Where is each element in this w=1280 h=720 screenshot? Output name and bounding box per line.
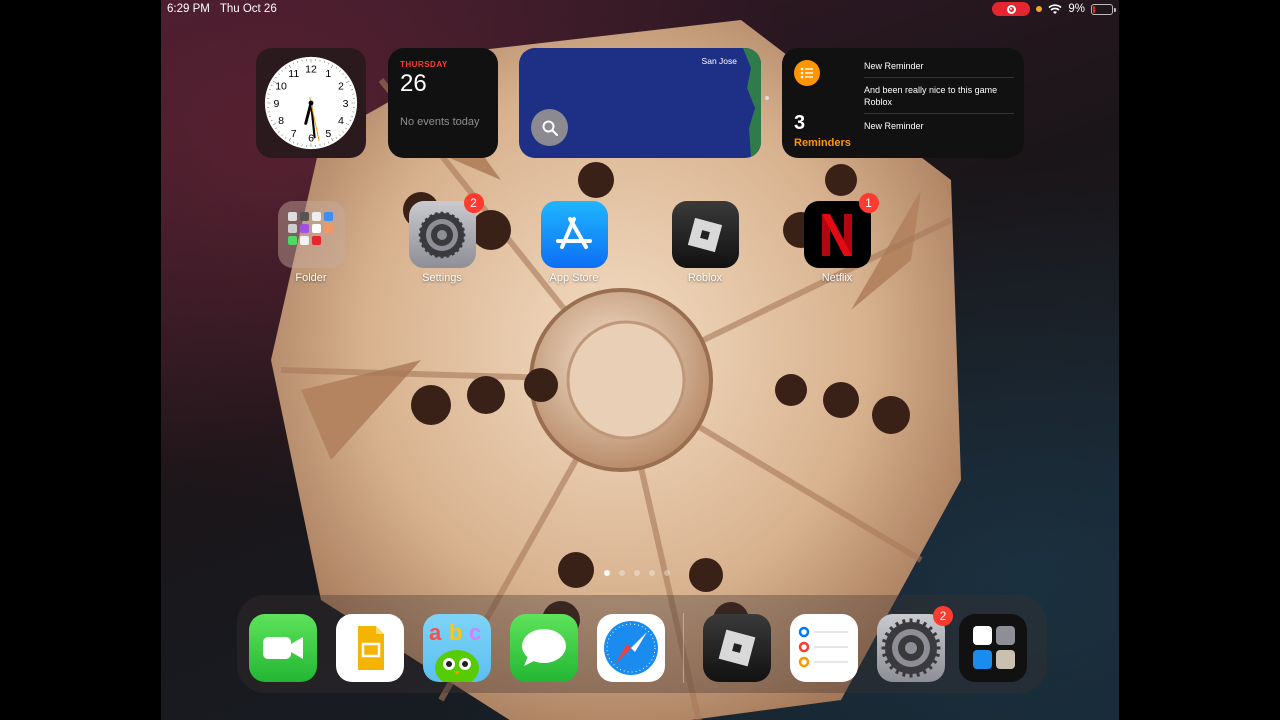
widget-stack-indicator bbox=[765, 96, 769, 100]
clock-number: 4 bbox=[338, 115, 344, 127]
page-dot[interactable] bbox=[604, 570, 610, 576]
reminders-widget[interactable]: 3 Reminders New Reminder And been really… bbox=[782, 48, 1024, 158]
status-time: 6:29 PM bbox=[167, 3, 210, 15]
reminder-item[interactable]: New Reminder bbox=[864, 114, 1014, 137]
folder-icon[interactable] bbox=[277, 201, 345, 268]
search-icon bbox=[542, 120, 558, 136]
clock-number: 3 bbox=[343, 98, 349, 110]
reminders-label: Reminders bbox=[794, 137, 851, 149]
svg-text:a: a bbox=[429, 620, 442, 645]
clock-number: 7 bbox=[291, 128, 297, 140]
calendar-date: 26 bbox=[400, 70, 427, 97]
app-label-settings: Settings bbox=[422, 272, 462, 284]
clock-number: 2 bbox=[338, 81, 344, 93]
page-dot[interactable] bbox=[634, 570, 640, 576]
notification-badge: 2 bbox=[463, 193, 484, 213]
netflix-icon[interactable]: 1 bbox=[803, 193, 879, 268]
clock-number: 9 bbox=[274, 98, 280, 110]
app-store-icon[interactable] bbox=[540, 201, 608, 268]
calendar-widget[interactable]: THURSDAY 26 No events today bbox=[388, 48, 498, 158]
screen-recording-icon[interactable] bbox=[992, 2, 1031, 16]
map-search-button[interactable] bbox=[531, 109, 568, 146]
calendar-weekday: THURSDAY bbox=[400, 60, 448, 69]
reminders-icon[interactable] bbox=[790, 614, 858, 682]
app-settings[interactable]: 2 Settings bbox=[402, 193, 484, 284]
status-bar-left: 6:29 PM Thu Oct 26 bbox=[167, 0, 277, 18]
clock-number: 11 bbox=[288, 68, 299, 80]
app-app-store[interactable]: App Store bbox=[534, 201, 614, 284]
app-label-folder: Folder bbox=[295, 272, 327, 284]
calendar-events-text: No events today bbox=[400, 116, 480, 128]
reminders-list-icon bbox=[794, 60, 820, 86]
app-folder[interactable]: Folder bbox=[271, 201, 351, 284]
facetime-icon[interactable] bbox=[249, 614, 317, 682]
reminders-list: New Reminder And been really nice to thi… bbox=[864, 54, 1014, 137]
map-city-label: San Jose bbox=[701, 56, 737, 66]
google-slides-icon[interactable] bbox=[336, 614, 404, 682]
clock-number: 6 bbox=[308, 132, 314, 144]
app-netflix[interactable]: 1 Netflix bbox=[797, 193, 879, 284]
svg-text:b: b bbox=[449, 620, 462, 645]
page-indicator[interactable] bbox=[604, 570, 670, 576]
safari-icon[interactable] bbox=[597, 614, 665, 682]
analog-clock-icon: 12 12 3 45678 9 1011 bbox=[264, 56, 358, 150]
app-roblox[interactable]: Roblox bbox=[665, 201, 745, 284]
reminder-item[interactable]: New Reminder bbox=[864, 54, 1014, 78]
wifi-icon bbox=[1048, 3, 1062, 14]
dock: a b c 2 bbox=[237, 595, 1047, 693]
page-dot[interactable] bbox=[619, 570, 625, 576]
clock-number: 10 bbox=[275, 81, 287, 93]
abc-duolingo-icon[interactable]: a b c bbox=[423, 614, 491, 686]
settings-gear-icon[interactable]: 2 bbox=[877, 606, 953, 682]
ipad-home-screen: 6:29 PM Thu Oct 26 9% 12 1 2 3 4 5 6 7 8 9 10 11 TH… bbox=[161, 0, 1119, 720]
dock-separator bbox=[683, 613, 684, 683]
status-date: Thu Oct 26 bbox=[219, 3, 277, 15]
settings-gear-icon[interactable]: 2 bbox=[408, 193, 484, 268]
app-library-icon[interactable] bbox=[959, 614, 1027, 682]
app-label-netflix: Netflix bbox=[821, 272, 853, 284]
reminders-count: 3 bbox=[794, 112, 806, 134]
notification-badge: 1 bbox=[858, 193, 879, 213]
page-dot[interactable] bbox=[649, 570, 655, 576]
clock-number: 5 bbox=[325, 128, 331, 140]
clock-number: 8 bbox=[278, 115, 284, 127]
messages-icon[interactable] bbox=[510, 614, 578, 682]
roblox-icon[interactable] bbox=[671, 201, 739, 268]
page-dot[interactable] bbox=[664, 570, 670, 576]
clock-number: 12 bbox=[305, 63, 317, 75]
roblox-icon[interactable] bbox=[703, 614, 771, 682]
notification-badge: 2 bbox=[933, 606, 953, 626]
app-label-app-store: App Store bbox=[549, 272, 599, 284]
battery-percent: 9% bbox=[1068, 3, 1085, 15]
status-bar-right: 9% bbox=[992, 0, 1116, 18]
reminder-item[interactable]: And been really nice to this game Roblox bbox=[864, 78, 1014, 114]
battery-icon bbox=[1091, 3, 1116, 15]
app-label-roblox: Roblox bbox=[687, 272, 723, 284]
clock-number: 1 bbox=[325, 68, 331, 80]
maps-widget[interactable]: San Jose bbox=[519, 48, 761, 158]
clock-widget[interactable]: 12 1 2 3 4 5 6 7 8 9 10 11 bbox=[256, 48, 366, 158]
svg-text:c: c bbox=[469, 620, 481, 645]
microphone-indicator-icon bbox=[1036, 6, 1043, 12]
